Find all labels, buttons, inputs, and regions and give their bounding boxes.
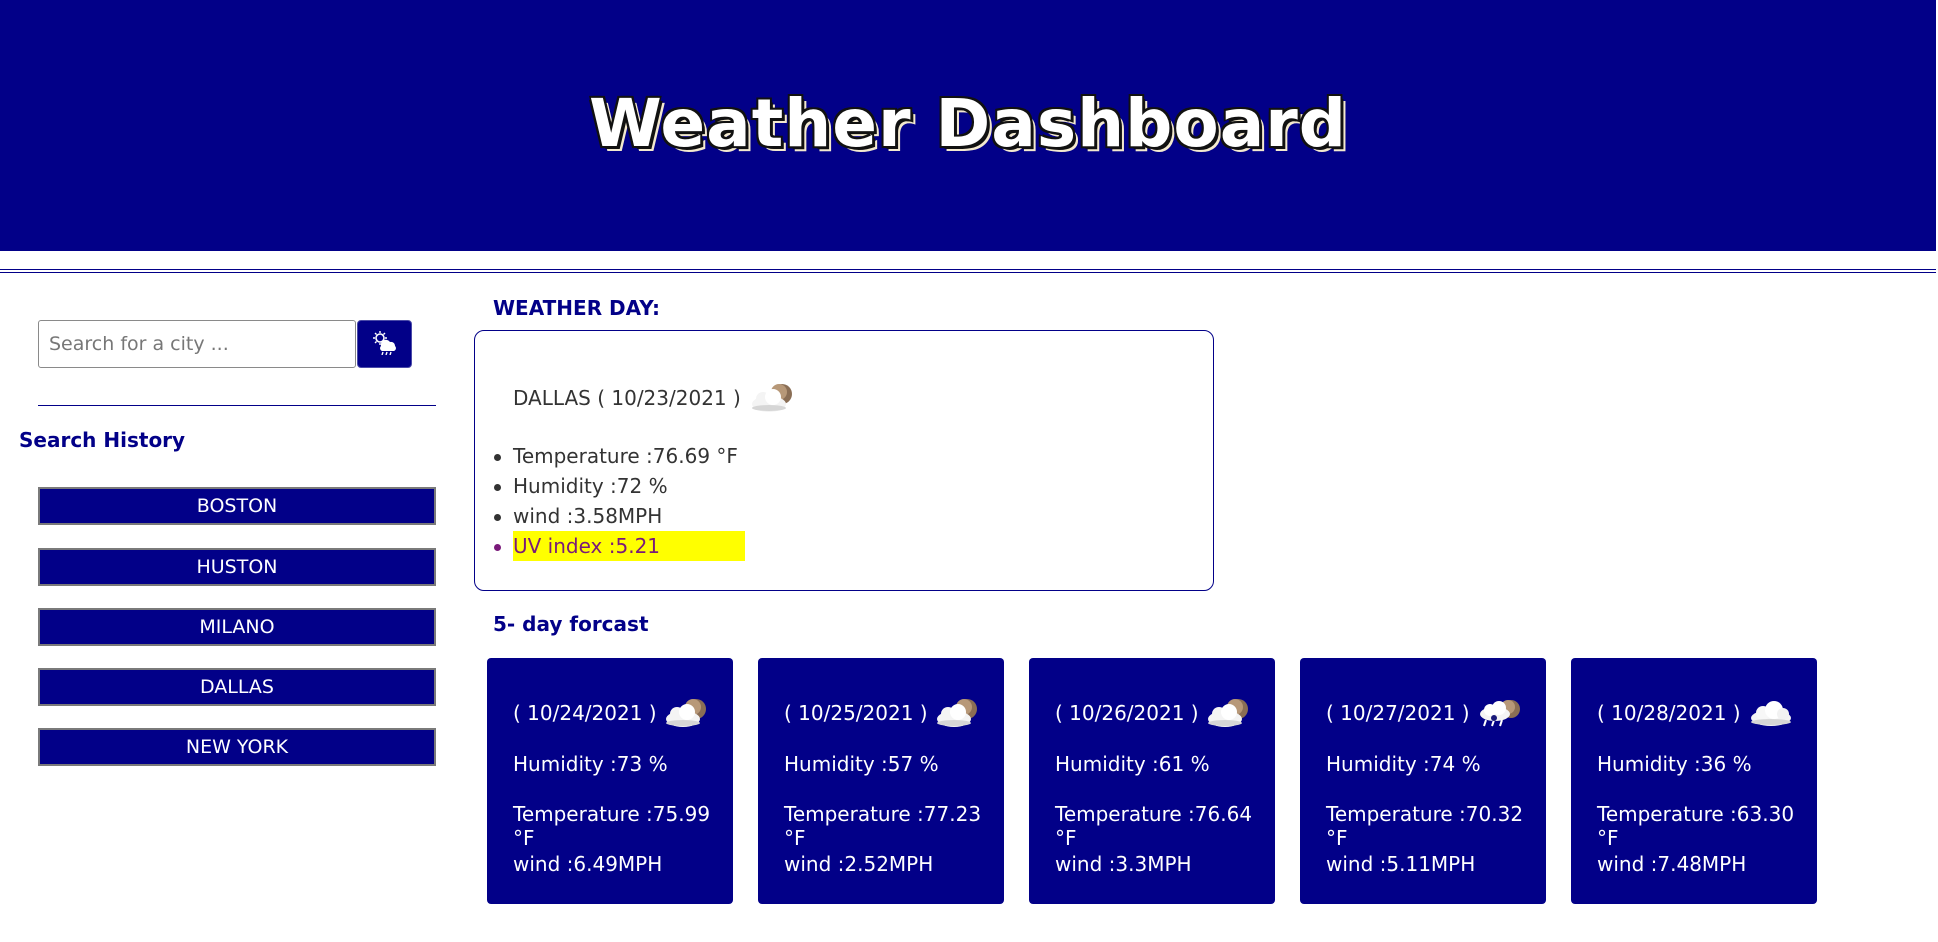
forecast-humidity: Humidity :57 % <box>784 752 939 776</box>
partly-cloudy-night-icon <box>1205 698 1255 728</box>
search-history-title: Search History <box>19 428 186 452</box>
forecast-card: ( 10/25/2021 ) Humidity :57 % Temperatur… <box>758 658 1004 904</box>
forecast-label: 5- day forcast <box>493 612 649 636</box>
forecast-temperature: Temperature :75.99 °F <box>513 802 711 850</box>
forecast-date: ( 10/28/2021 ) <box>1597 701 1741 725</box>
city-date: DALLAS ( 10/23/2021 ) <box>513 386 741 410</box>
forecast-wind: wind :7.48MPH <box>1597 852 1747 876</box>
search-input[interactable] <box>38 320 356 368</box>
current-weather-card: DALLAS ( 10/23/2021 ) Temperature :76.69… <box>474 330 1214 591</box>
history-item-dallas[interactable]: DALLAS <box>38 668 436 706</box>
current-weather-list: Temperature :76.69 °F Humidity :72 % win… <box>494 441 745 561</box>
forecast-humidity: Humidity :74 % <box>1326 752 1481 776</box>
forecast-temperature: Temperature :63.30 °F <box>1597 802 1795 850</box>
forecast-date: ( 10/27/2021 ) <box>1326 701 1470 725</box>
current-weather-heading: DALLAS ( 10/23/2021 ) <box>513 383 799 413</box>
uv-index-badge: UV index :5.21 <box>513 531 745 561</box>
forecast-card: ( 10/24/2021 ) Humidity :73 % Temperatur… <box>487 658 733 904</box>
forecast-date: ( 10/24/2021 ) <box>513 701 657 725</box>
forecast-date: ( 10/25/2021 ) <box>784 701 928 725</box>
history-item-milano[interactable]: MILANO <box>38 608 436 646</box>
history-item-boston[interactable]: BOSTON <box>38 487 436 525</box>
current-humidity: Humidity :72 % <box>494 471 745 501</box>
partly-cloudy-night-icon <box>749 383 799 413</box>
forecast-humidity: Humidity :73 % <box>513 752 668 776</box>
search-button[interactable] <box>357 320 412 368</box>
forecast-humidity: Humidity :61 % <box>1055 752 1210 776</box>
forecast-wind: wind :2.52MPH <box>784 852 934 876</box>
forecast-card: ( 10/27/2021 ) Humidity :74 % Temperatur… <box>1300 658 1546 904</box>
forecast-wind: wind :3.3MPH <box>1055 852 1192 876</box>
partly-cloudy-night-icon <box>663 698 713 728</box>
partly-cloudy-night-icon <box>934 698 984 728</box>
forecast-card: ( 10/26/2021 ) Humidity :61 % Temperatur… <box>1029 658 1275 904</box>
current-temperature: Temperature :76.69 °F <box>494 441 745 471</box>
history-item-new-york[interactable]: NEW YORK <box>38 728 436 766</box>
forecast-temperature: Temperature :76.64 °F <box>1055 802 1253 850</box>
header-divider <box>0 269 1936 273</box>
rain-cloud-night-icon <box>1476 698 1526 728</box>
forecast-date: ( 10/26/2021 ) <box>1055 701 1199 725</box>
cloud-rain-sun-icon <box>372 330 398 358</box>
cloud-icon <box>1747 698 1797 728</box>
header-banner: Weather Dashboard <box>0 0 1936 251</box>
forecast-temperature: Temperature :70.32 °F <box>1326 802 1524 850</box>
page-title: Weather Dashboard <box>588 85 1348 162</box>
forecast-wind: wind :5.11MPH <box>1326 852 1476 876</box>
history-item-huston[interactable]: HUSTON <box>38 548 436 586</box>
current-uv-item: UV index :5.21 <box>494 531 745 561</box>
forecast-card: ( 10/28/2021 ) Humidity :36 % Temperatur… <box>1571 658 1817 904</box>
forecast-temperature: Temperature :77.23 °F <box>784 802 982 850</box>
weather-day-label: WEATHER DAY: <box>493 296 660 320</box>
forecast-wind: wind :6.49MPH <box>513 852 663 876</box>
current-wind: wind :3.58MPH <box>494 501 745 531</box>
sidebar-divider <box>38 405 436 406</box>
forecast-humidity: Humidity :36 % <box>1597 752 1752 776</box>
